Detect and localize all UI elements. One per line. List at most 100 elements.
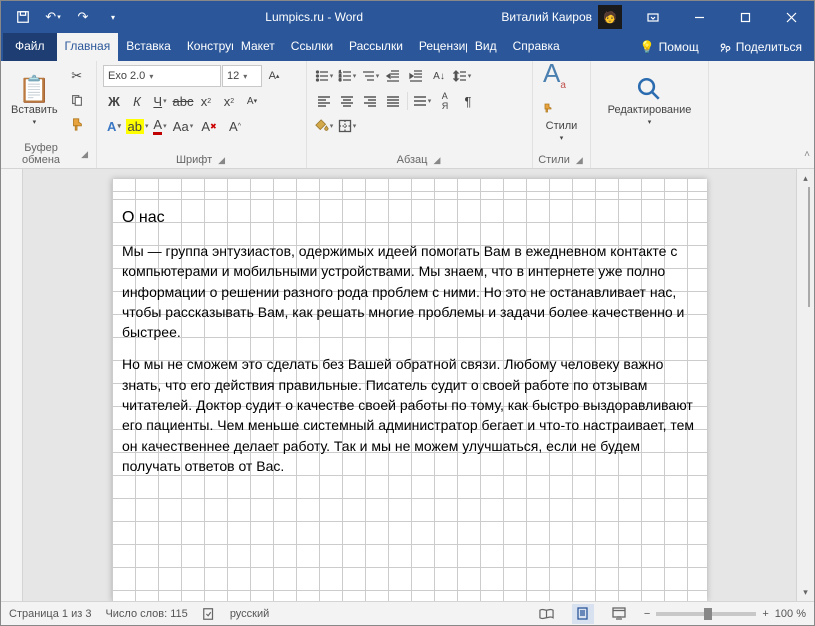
proofing-icon[interactable]: [202, 607, 216, 621]
text-effects-button[interactable]: A▾: [103, 115, 125, 137]
zoom-level[interactable]: 100 %: [775, 608, 806, 620]
document-page[interactable]: О нас Мы — группа энтузиастов, одержимых…: [112, 179, 707, 601]
font-color-button[interactable]: A▾: [149, 115, 171, 137]
character-shading-button[interactable]: A^: [224, 115, 246, 137]
doc-paragraph: Мы — группа энтузиастов, одержимых идеей…: [122, 241, 697, 342]
user-account[interactable]: Виталий Каиров 🧑: [493, 5, 630, 29]
editing-button[interactable]: Редактирование ▾: [604, 65, 696, 137]
align-center-button[interactable]: [336, 90, 358, 112]
read-mode-button[interactable]: [536, 604, 558, 624]
web-layout-button[interactable]: [608, 604, 630, 624]
group-label: Абзац: [397, 154, 428, 166]
tab-mailings[interactable]: Рассылки: [341, 33, 411, 61]
paste-button[interactable]: 📋 Вставить ▾: [7, 65, 62, 137]
word-count[interactable]: Число слов: 115: [105, 608, 187, 620]
scroll-thumb[interactable]: [808, 187, 810, 307]
window-title: Lumpics.ru - Word: [135, 10, 493, 24]
distributed-button[interactable]: ▾: [411, 90, 433, 112]
file-tab[interactable]: Файл: [3, 33, 57, 61]
tell-me[interactable]: 💡 Помощ: [630, 33, 709, 61]
ribbon: 📋 Вставить ▾ ✂ Буфер обмена◢ Exo 2.0▾: [1, 61, 814, 169]
change-case-button[interactable]: Aa▾: [172, 115, 194, 137]
sort-button[interactable]: A↓: [428, 65, 450, 87]
grow-font-button[interactable]: A▴: [263, 65, 285, 87]
styles-button[interactable]: Aа Стили ▾: [539, 65, 584, 137]
dialog-launcher-icon[interactable]: ◢: [431, 155, 442, 166]
zoom-controls: − + 100 %: [644, 608, 806, 620]
copy-button[interactable]: [66, 89, 88, 111]
dialog-launcher-icon[interactable]: ◢: [574, 155, 585, 166]
scroll-up-icon[interactable]: ▴: [797, 169, 814, 187]
decrease-indent-button[interactable]: [382, 65, 404, 87]
svg-text:3: 3: [339, 77, 342, 82]
zoom-slider[interactable]: [656, 612, 756, 616]
group-paragraph: ▾ 123▾ ▾ A↓ ▾: [307, 61, 533, 168]
superscript-button[interactable]: x2: [218, 90, 240, 112]
share-button[interactable]: Поделиться: [709, 33, 812, 61]
tab-design[interactable]: Конструктор: [179, 33, 233, 61]
dialog-launcher-icon[interactable]: ◢: [216, 155, 227, 166]
multilevel-list-button[interactable]: ▾: [359, 65, 381, 87]
styles-icon: Aа: [543, 60, 580, 117]
sort-az-button[interactable]: AЯ: [434, 90, 456, 112]
align-right-button[interactable]: [359, 90, 381, 112]
tab-references[interactable]: Ссылки: [283, 33, 341, 61]
styles-label: Стили: [546, 120, 578, 132]
group-label: Шрифт: [176, 154, 212, 166]
undo-button[interactable]: ↶▾: [39, 3, 67, 31]
font-size-combo[interactable]: 12▾: [222, 65, 262, 87]
ribbon-display-button[interactable]: [630, 1, 676, 33]
align-left-button[interactable]: [313, 90, 335, 112]
minimize-button[interactable]: [676, 1, 722, 33]
document-area: О нас Мы — группа энтузиастов, одержимых…: [1, 169, 814, 601]
tab-insert[interactable]: Вставка: [118, 33, 179, 61]
maximize-button[interactable]: [722, 1, 768, 33]
strikethrough-button[interactable]: abc: [172, 90, 194, 112]
show-marks-button[interactable]: ¶: [457, 90, 479, 112]
zoom-in-button[interactable]: +: [762, 608, 768, 620]
dialog-launcher-icon[interactable]: ◢: [79, 149, 90, 160]
format-painter-button[interactable]: [66, 113, 88, 135]
underline-button[interactable]: Ч▾: [149, 90, 171, 112]
vertical-ruler[interactable]: [1, 169, 23, 601]
doc-paragraph: Но мы не сможем это сделать без Вашей об…: [122, 354, 697, 476]
tab-home[interactable]: Главная: [57, 33, 119, 61]
numbering-button[interactable]: 123▾: [336, 65, 358, 87]
window-controls: [630, 1, 814, 33]
group-label: Стили: [538, 154, 570, 166]
clear-format-button[interactable]: A✖: [195, 115, 223, 137]
cut-button[interactable]: ✂: [66, 65, 88, 87]
italic-button[interactable]: К: [126, 90, 148, 112]
redo-button[interactable]: ↷: [69, 3, 97, 31]
zoom-out-button[interactable]: −: [644, 608, 650, 620]
paste-label: Вставить: [11, 104, 58, 116]
highlight-button[interactable]: ab▾: [126, 115, 148, 137]
bold-button[interactable]: Ж: [103, 90, 125, 112]
line-spacing-button[interactable]: ▾: [451, 65, 473, 87]
scroll-down-icon[interactable]: ▾: [797, 583, 814, 601]
close-button[interactable]: [768, 1, 814, 33]
tab-layout[interactable]: Макет: [233, 33, 283, 61]
autosave-icon[interactable]: [9, 3, 37, 31]
collapse-ribbon-icon[interactable]: ˄: [804, 149, 810, 160]
subscript-button[interactable]: x2: [195, 90, 217, 112]
vertical-scrollbar[interactable]: ▴ ▾: [796, 169, 814, 601]
user-name: Виталий Каиров: [501, 10, 592, 24]
increase-indent-button[interactable]: [405, 65, 427, 87]
tab-help[interactable]: Справка: [505, 33, 568, 61]
qat-customize[interactable]: ▾: [99, 3, 127, 31]
group-styles: Aа Стили ▾ Стили ◢: [533, 61, 591, 168]
language-indicator[interactable]: русский: [230, 608, 269, 620]
tab-review[interactable]: Рецензирование: [411, 33, 467, 61]
shading-button[interactable]: ▾: [313, 115, 335, 137]
bullets-button[interactable]: ▾: [313, 65, 335, 87]
justify-button[interactable]: [382, 90, 404, 112]
borders-button[interactable]: ▾: [336, 115, 358, 137]
font-name-combo[interactable]: Exo 2.0▾: [103, 65, 221, 87]
editing-label: Редактирование: [608, 104, 692, 116]
tab-view[interactable]: Вид: [467, 33, 505, 61]
print-layout-button[interactable]: [572, 604, 594, 624]
shrink-font-button[interactable]: A▾: [241, 90, 263, 112]
page-indicator[interactable]: Страница 1 из 3: [9, 608, 91, 620]
group-clipboard: 📋 Вставить ▾ ✂ Буфер обмена◢: [1, 61, 97, 168]
